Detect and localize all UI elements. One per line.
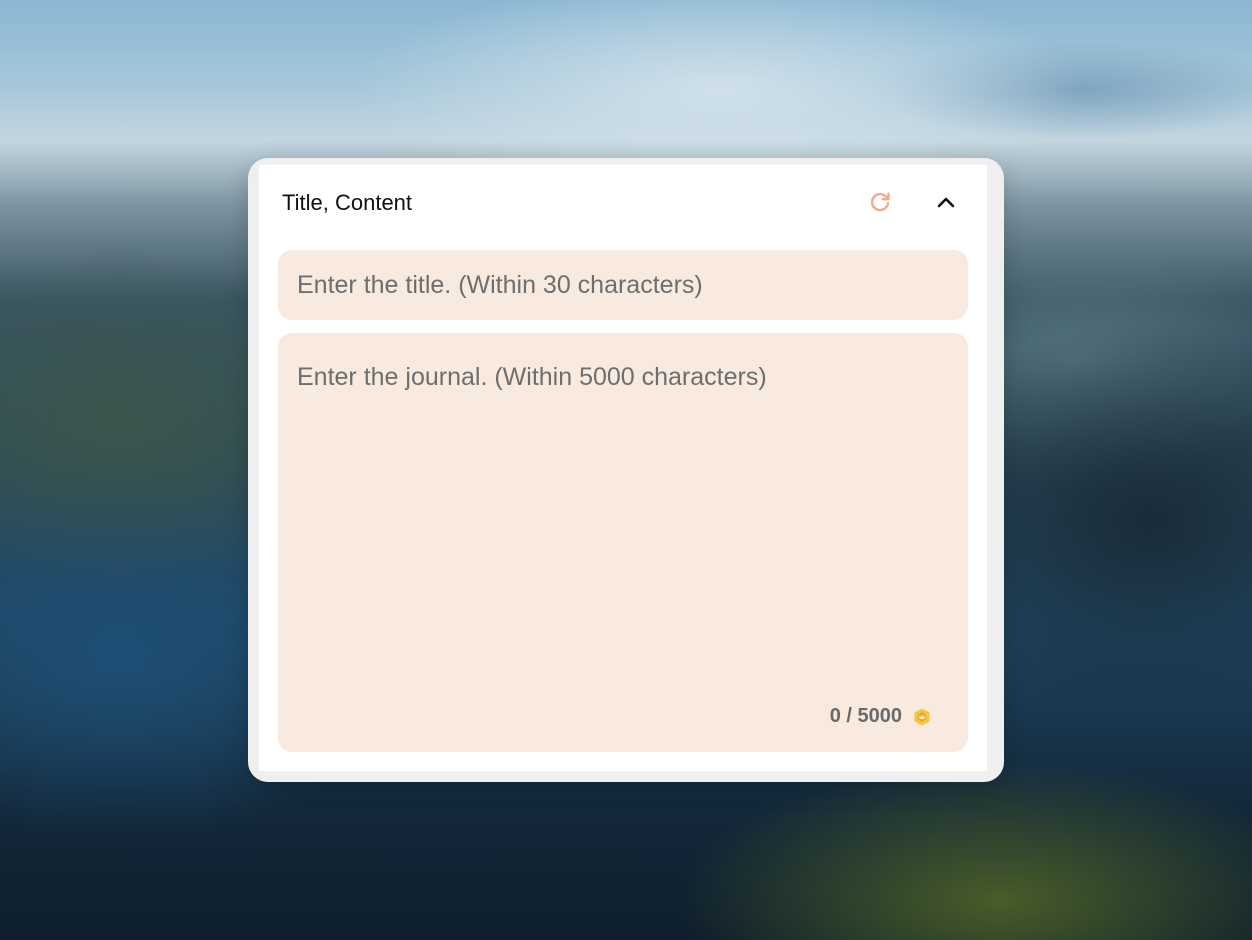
character-counter: 0 / 5000 [830,705,932,728]
refresh-icon [870,192,890,212]
collapse-button[interactable] [931,187,961,217]
journal-textarea[interactable] [278,333,968,693]
title-content-panel: Title, Content 0 / 5000 [259,165,987,771]
refresh-button[interactable] [865,187,895,217]
journal-box: 0 / 5000 [278,333,968,752]
panel-title: Title, Content [282,190,413,215]
character-count: 0 / 5000 [829,705,902,727]
title-input[interactable] [278,250,968,320]
journal-editor-window: Title, Content 0 / 5000 [248,158,1004,782]
panel-header: Title, Content [259,165,987,239]
chevron-up-icon [937,197,955,208]
coin-icon [912,707,932,727]
